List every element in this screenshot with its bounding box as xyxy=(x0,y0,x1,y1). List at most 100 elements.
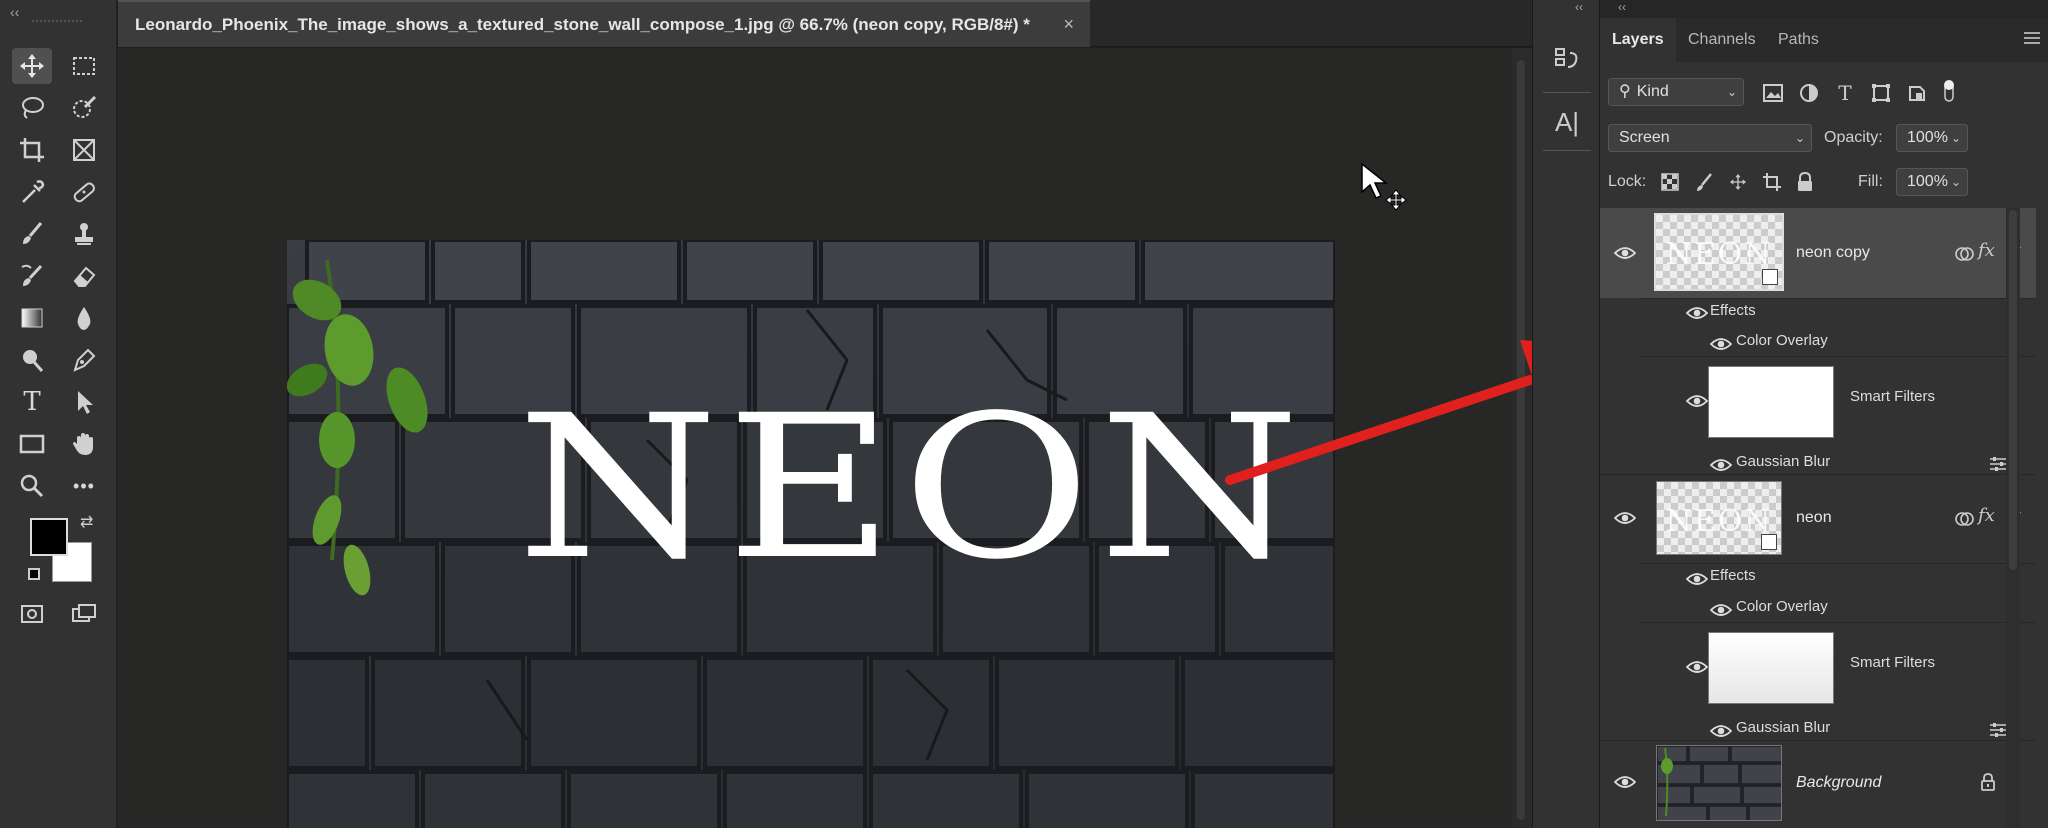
lasso-tool-icon[interactable] xyxy=(12,90,52,126)
smart-filters-label[interactable]: Smart Filters xyxy=(1850,388,1935,405)
gradient-tool-icon[interactable] xyxy=(12,300,52,336)
effects-label[interactable]: Effects xyxy=(1710,302,1756,319)
panel-tabs: Layers Channels Paths xyxy=(1600,18,2048,62)
layer-fx-icon[interactable]: fx xyxy=(1978,240,1995,261)
character-panel-icon[interactable]: A| xyxy=(1547,102,1587,142)
layer-name[interactable]: neon copy xyxy=(1796,244,1870,262)
smart-filters-eye-icon[interactable] xyxy=(1686,660,1708,674)
quick-selection-tool-icon[interactable] xyxy=(64,90,104,126)
panel-menu-icon[interactable] xyxy=(2024,32,2040,46)
fill-input[interactable]: 100% ⌄ xyxy=(1896,168,1968,196)
smart-filter-mask-thumbnail[interactable] xyxy=(1708,366,1834,438)
lock-image-pixels-icon[interactable] xyxy=(1694,172,1714,197)
healing-brush-tool-icon[interactable] xyxy=(64,174,104,210)
filter-blending-options-icon[interactable] xyxy=(1988,722,2008,738)
lock-artboard-icon[interactable] xyxy=(1762,172,1782,197)
document-image[interactable]: NEON xyxy=(287,240,1335,828)
frame-tool-icon[interactable] xyxy=(64,132,104,168)
path-selection-tool-icon[interactable] xyxy=(64,384,104,420)
gaussian-blur-eye-icon[interactable] xyxy=(1710,458,1732,472)
effects-visibility-eye-icon[interactable] xyxy=(1686,572,1708,586)
layer-visibility-eye-icon[interactable] xyxy=(1614,775,1636,789)
tab-layers[interactable]: Layers xyxy=(1600,18,1676,62)
marquee-tool-icon[interactable] xyxy=(64,48,104,84)
foreground-color-swatch[interactable] xyxy=(30,518,68,556)
quick-mask-icon[interactable] xyxy=(12,596,52,632)
filter-blending-options-icon[interactable] xyxy=(1988,456,2008,472)
tab-paths[interactable]: Paths xyxy=(1766,18,1831,62)
neon-headline-text[interactable]: NEON xyxy=(517,390,1300,588)
type-tool-icon[interactable]: T xyxy=(12,384,52,420)
smart-filters-eye-icon[interactable] xyxy=(1686,394,1708,408)
layers-list: NEON neon copy fx ⌃ Effects Color Overla… xyxy=(1600,208,2036,828)
lock-position-icon[interactable] xyxy=(1728,172,1748,197)
lock-transparent-pixels-icon[interactable] xyxy=(1660,172,1680,197)
gaussian-blur-eye-icon[interactable] xyxy=(1710,724,1732,738)
screen-mode-icon[interactable] xyxy=(64,596,104,632)
default-colors-icon[interactable] xyxy=(28,568,40,580)
blur-tool-icon[interactable] xyxy=(64,300,104,336)
layer-row-neon-copy[interactable]: NEON neon copy fx ⌃ xyxy=(1600,208,2036,298)
effects-label[interactable]: Effects xyxy=(1710,567,1756,584)
search-icon: ⚲ xyxy=(1619,83,1631,100)
hand-tool-icon[interactable] xyxy=(64,426,104,462)
filter-shape-icon[interactable] xyxy=(1868,80,1894,106)
toolbar-collapse-button[interactable]: ‹‹ xyxy=(10,4,19,20)
color-overlay-eye-icon[interactable] xyxy=(1710,603,1732,617)
move-tool-icon[interactable] xyxy=(12,48,52,84)
layer-fx-icon[interactable]: fx xyxy=(1978,505,1995,526)
layer-thumbnail[interactable]: NEON xyxy=(1656,481,1782,555)
smart-filters-label[interactable]: Smart Filters xyxy=(1850,654,1935,671)
layer-row-background[interactable]: Background xyxy=(1600,741,2036,828)
color-overlay-effect[interactable]: Color Overlay xyxy=(1736,332,1828,349)
properties-panel-icon[interactable] xyxy=(1547,40,1587,80)
crop-tool-icon[interactable] xyxy=(12,132,52,168)
filter-toggle-icon[interactable] xyxy=(1936,78,1962,104)
zoom-tool-icon[interactable] xyxy=(12,468,52,504)
filter-smart-object-icon[interactable] xyxy=(1904,80,1930,106)
clone-stamp-tool-icon[interactable] xyxy=(64,216,104,252)
dodge-tool-icon[interactable] xyxy=(12,342,52,378)
layer-lock-icon[interactable] xyxy=(1980,773,1996,791)
rectangle-tool-icon[interactable] xyxy=(12,426,52,462)
layer-row-neon[interactable]: NEON neon fx ⌃ xyxy=(1600,475,2036,565)
pen-tool-icon[interactable] xyxy=(64,342,104,378)
layer-thumbnail[interactable]: NEON xyxy=(1654,213,1784,291)
swap-colors-icon[interactable]: ⇄ xyxy=(80,512,93,532)
filter-adjustment-icon[interactable] xyxy=(1796,80,1822,106)
opacity-input[interactable]: 100% ⌄ xyxy=(1896,124,1968,152)
eyedropper-tool-icon[interactable] xyxy=(12,174,52,210)
lock-all-icon[interactable] xyxy=(1796,171,1814,197)
layer-name[interactable]: Background xyxy=(1796,774,1881,792)
blend-mode-select[interactable]: Screen ⌄ xyxy=(1608,124,1812,152)
strip-collapse-button[interactable]: ‹‹ xyxy=(1575,0,1583,14)
layer-visibility-eye-icon[interactable] xyxy=(1614,511,1636,525)
panel-collapse-button[interactable]: ‹‹ xyxy=(1618,0,1626,14)
thumbnail-text: NEON xyxy=(1665,237,1773,272)
gaussian-blur-filter[interactable]: Gaussian Blur xyxy=(1736,453,1830,470)
filter-type-icon[interactable]: T xyxy=(1832,80,1858,106)
color-overlay-effect[interactable]: Color Overlay xyxy=(1736,598,1828,615)
history-brush-tool-icon[interactable] xyxy=(12,258,52,294)
toolbar-grip[interactable] xyxy=(32,20,82,26)
layer-visibility-eye-icon[interactable] xyxy=(1614,246,1636,260)
blend-mode-value: Screen xyxy=(1619,129,1670,146)
layer-thumbnail[interactable] xyxy=(1656,745,1782,821)
brush-tool-icon[interactable] xyxy=(12,216,52,252)
color-overlay-eye-icon[interactable] xyxy=(1710,337,1732,351)
fill-label: Fill: xyxy=(1858,173,1883,190)
filter-kind-select[interactable]: ⚲ Kind ⌄ xyxy=(1608,78,1744,106)
close-document-icon[interactable]: × xyxy=(1063,14,1074,35)
chevron-down-icon: ⌄ xyxy=(1794,131,1805,145)
tab-channels[interactable]: Channels xyxy=(1676,18,1768,62)
eraser-tool-icon[interactable] xyxy=(64,258,104,294)
layers-scroll-thumb[interactable] xyxy=(2009,210,2017,570)
more-tools-icon[interactable]: ••• xyxy=(64,468,104,504)
document-tab[interactable]: Leonardo_Phoenix_The_image_shows_a_textu… xyxy=(118,0,1090,47)
gaussian-blur-filter[interactable]: Gaussian Blur xyxy=(1736,719,1830,736)
effects-visibility-eye-icon[interactable] xyxy=(1686,306,1708,320)
filter-pixel-icon[interactable] xyxy=(1760,80,1786,106)
layer-name[interactable]: neon xyxy=(1796,509,1832,527)
layer-separator xyxy=(1640,563,2036,564)
smart-filter-mask-thumbnail[interactable] xyxy=(1708,632,1834,704)
